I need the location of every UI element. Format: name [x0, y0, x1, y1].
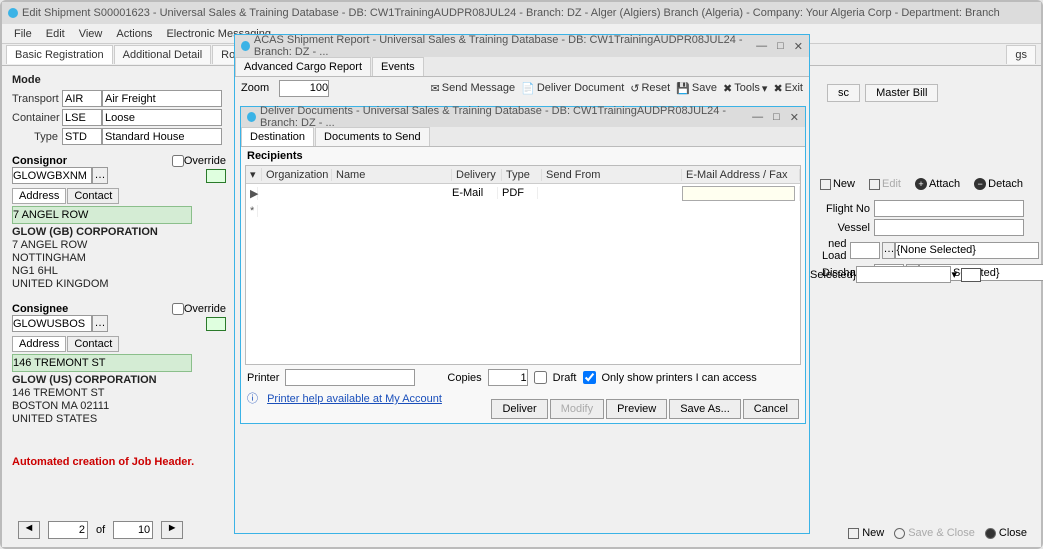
main-title: Edit Shipment S00001623 - Universal Sale…: [22, 7, 1000, 19]
consignor-override-chk[interactable]: [172, 155, 184, 167]
deliver-button[interactable]: Deliver: [491, 399, 547, 419]
menu-edit[interactable]: Edit: [46, 28, 65, 40]
right-tabs: sc Master Bill: [827, 84, 1027, 102]
preview-button[interactable]: Preview: [606, 399, 667, 419]
tab-acr[interactable]: Advanced Cargo Report: [235, 57, 371, 76]
consignee-address: GLOW (US) CORPORATION 146 TREMONT STBOST…: [12, 374, 226, 426]
send-message-button[interactable]: ✉ Send Message: [431, 82, 516, 95]
load-lookup-icon[interactable]: …: [882, 242, 895, 259]
expand-icon[interactable]: ▾: [246, 168, 262, 181]
menu-file[interactable]: File: [14, 28, 32, 40]
zoom-input[interactable]: [279, 80, 329, 97]
printer-input[interactable]: [285, 369, 415, 386]
consignor-mail-icon[interactable]: [206, 169, 226, 183]
consignor-address: GLOW (GB) CORPORATION 7 ANGEL ROWNOTTING…: [12, 226, 226, 291]
consignee-tab-contact[interactable]: Contact: [67, 336, 119, 352]
job-header-note: Automated creation of Job Header.: [12, 456, 226, 468]
new-row-icon[interactable]: *: [246, 205, 258, 217]
menu-actions[interactable]: Actions: [116, 28, 152, 40]
close-icon[interactable]: ✕: [790, 111, 799, 124]
footer-close-button[interactable]: Close: [985, 527, 1027, 539]
consignee-tab-address[interactable]: Address: [12, 336, 66, 352]
help-icon: ⓘ: [247, 393, 258, 405]
consignor-addr-input[interactable]: [12, 206, 192, 224]
cancel-button[interactable]: Cancel: [743, 399, 799, 419]
deliver-dialog: Deliver Documents - Universal Sales & Tr…: [240, 106, 806, 424]
recipients-label: Recipients: [241, 147, 805, 165]
win2-title: ACAS Shipment Report - Universal Sales &…: [254, 34, 756, 58]
exit-button[interactable]: ✖ Exit: [773, 82, 803, 95]
menu-view[interactable]: View: [79, 28, 103, 40]
consignee-mail-icon[interactable]: [206, 317, 226, 331]
type-desc[interactable]: [102, 128, 222, 145]
consignee-code[interactable]: [12, 315, 92, 332]
app-icon: [241, 41, 250, 51]
load-input[interactable]: [850, 242, 880, 259]
modify-button: Modify: [550, 399, 604, 419]
email-input[interactable]: [682, 186, 795, 201]
consignee-label: Consignee: [12, 303, 172, 315]
detach-button[interactable]: −Detach: [970, 176, 1027, 192]
tab-sc[interactable]: sc: [827, 84, 860, 102]
tab-basic[interactable]: Basic Registration: [6, 45, 113, 64]
tab-masterbill[interactable]: Master Bill: [865, 84, 938, 102]
consignee-addr-input[interactable]: [12, 354, 192, 372]
win3-title: Deliver Documents - Universal Sales & Tr…: [260, 105, 752, 129]
tab-destination[interactable]: Destination: [241, 127, 314, 146]
recipients-grid[interactable]: ▾ Organization Name Delivery Type Send F…: [245, 165, 801, 365]
deliver-doc-button[interactable]: 📄 Deliver Document: [521, 82, 624, 95]
footer-new-button[interactable]: New: [848, 527, 884, 539]
load-none[interactable]: [895, 242, 1039, 259]
mode-label: Mode: [12, 74, 226, 86]
transport-code[interactable]: [62, 90, 102, 107]
maximize-icon[interactable]: □: [773, 111, 780, 124]
reset-button[interactable]: ↺ Reset: [630, 82, 670, 95]
consignor-tab-contact[interactable]: Contact: [67, 188, 119, 204]
selected-mail-icon[interactable]: [961, 268, 981, 282]
app-icon: [8, 8, 18, 18]
tab-docs[interactable]: Documents to Send: [315, 127, 430, 146]
tab-events[interactable]: Events: [372, 57, 424, 76]
printer-help-link[interactable]: Printer help available at My Account: [261, 391, 448, 407]
selected-dd-icon[interactable]: ▾: [951, 268, 957, 281]
copies-input[interactable]: [488, 369, 528, 386]
container-code[interactable]: [62, 109, 102, 126]
transport-desc[interactable]: [102, 90, 222, 107]
next-page-button[interactable]: ►: [161, 521, 183, 539]
type-code[interactable]: [62, 128, 102, 145]
minimize-icon[interactable]: —: [752, 111, 763, 124]
only-printers-chk[interactable]: [583, 371, 596, 384]
close-icon[interactable]: ✕: [794, 40, 803, 53]
page-total: [113, 521, 153, 539]
maximize-icon[interactable]: □: [777, 40, 784, 53]
edit-button[interactable]: Edit: [865, 176, 905, 192]
consignee-override-chk[interactable]: [172, 303, 184, 315]
saveas-button[interactable]: Save As...: [669, 399, 741, 419]
consignor-label: Consignor: [12, 155, 172, 167]
tools-button[interactable]: ✖ Tools ▾: [723, 82, 767, 95]
selected-input[interactable]: [856, 266, 951, 283]
new-button[interactable]: New: [816, 176, 859, 192]
consignor-code[interactable]: [12, 167, 92, 184]
save-button[interactable]: 💾 Save: [676, 82, 717, 95]
page-input[interactable]: [48, 521, 88, 539]
main-titlebar: Edit Shipment S00001623 - Universal Sale…: [2, 2, 1041, 24]
consignor-lookup-icon[interactable]: …: [92, 167, 108, 184]
attach-button[interactable]: +Attach: [911, 176, 964, 192]
footer-save-button[interactable]: Save & Close: [894, 527, 975, 539]
prev-page-button[interactable]: ◄: [18, 521, 40, 539]
flight-input[interactable]: [874, 200, 1024, 217]
tab-additional[interactable]: Additional Detail: [114, 45, 212, 64]
consignor-tab-address[interactable]: Address: [12, 188, 66, 204]
minimize-icon[interactable]: —: [756, 40, 767, 53]
container-desc[interactable]: [102, 109, 222, 126]
draft-chk[interactable]: [534, 371, 547, 384]
tab-gs[interactable]: gs: [1006, 45, 1036, 64]
consignee-lookup-icon[interactable]: …: [92, 315, 108, 332]
vessel-input[interactable]: [874, 219, 1024, 236]
row-selector-icon[interactable]: ▶: [246, 187, 258, 200]
app-icon: [247, 112, 256, 122]
